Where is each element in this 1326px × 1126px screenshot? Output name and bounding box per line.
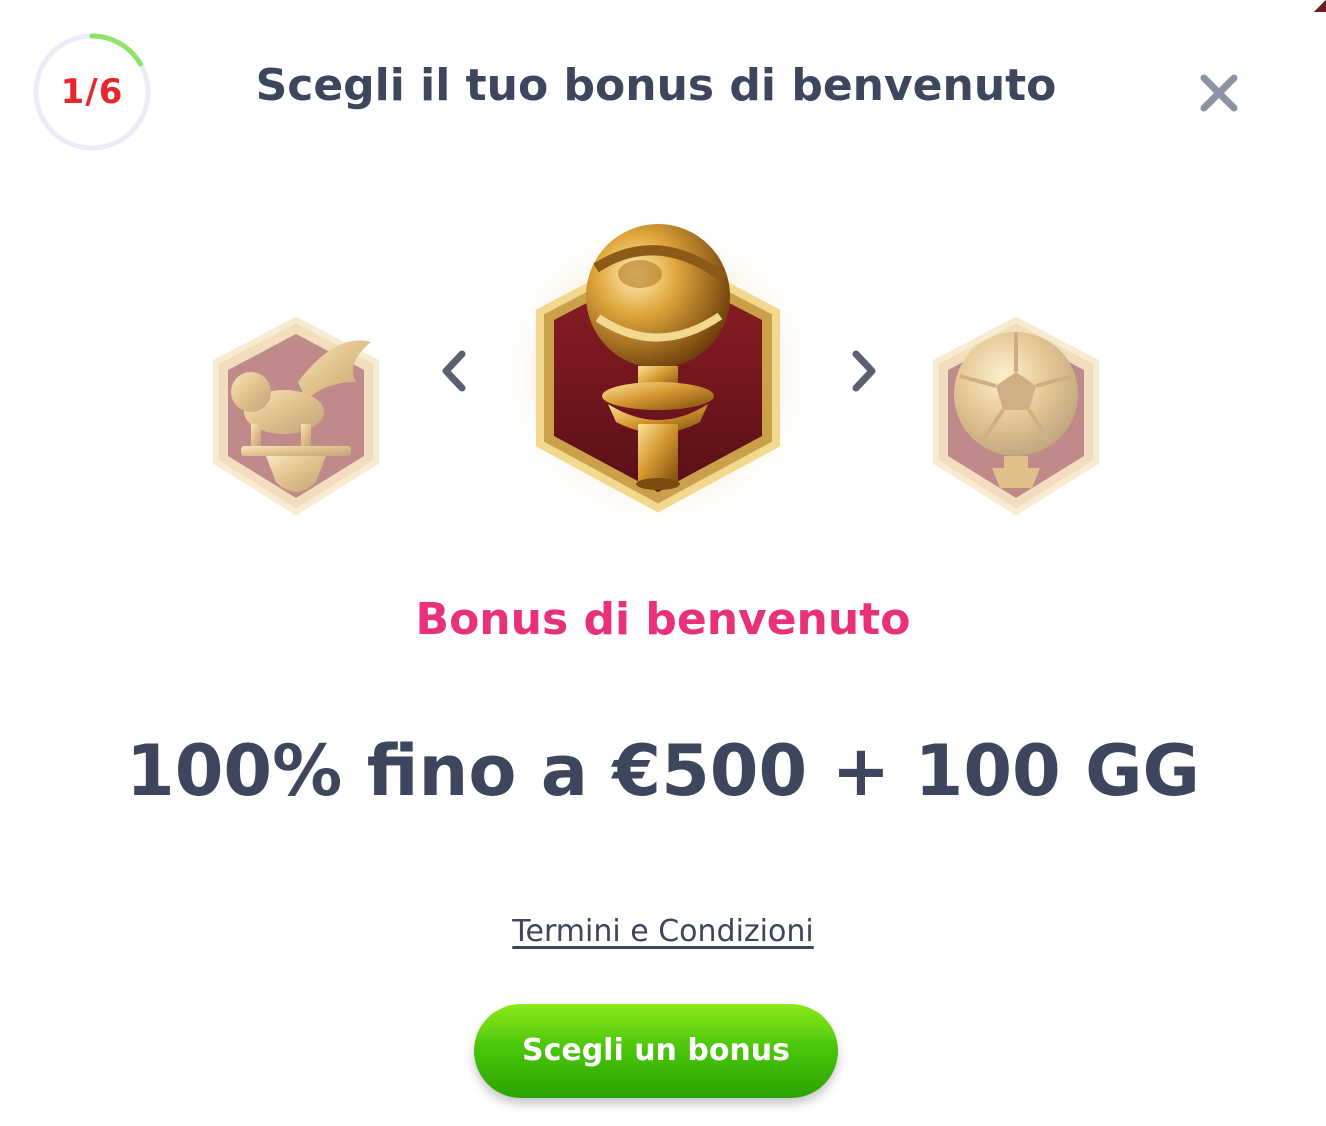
carousel-prev-button[interactable] bbox=[434, 346, 474, 396]
terms-link[interactable]: Termini e Condizioni bbox=[512, 914, 813, 949]
step-progress-indicator: 1/6 bbox=[30, 30, 154, 154]
bonus-option-previous[interactable] bbox=[206, 312, 386, 522]
choose-bonus-button[interactable]: Scegli un bonus bbox=[474, 1004, 838, 1098]
chevron-right-icon bbox=[852, 350, 876, 392]
bonus-carousel bbox=[0, 200, 1326, 540]
terms-container: Termini e Condizioni bbox=[0, 914, 1326, 949]
modal-title: Scegli il tuo bonus di benvenuto bbox=[255, 60, 1057, 111]
close-icon bbox=[1200, 74, 1238, 112]
close-button[interactable] bbox=[1196, 70, 1242, 116]
golden-ball-trophy-icon bbox=[933, 316, 1099, 516]
bonus-option-selected[interactable] bbox=[488, 208, 828, 538]
carousel-next-button[interactable] bbox=[844, 346, 884, 396]
corner-accent bbox=[1314, 0, 1326, 12]
winged-lion-trophy-icon bbox=[213, 316, 379, 516]
chevron-left-icon bbox=[442, 350, 466, 392]
globe-trophy-icon bbox=[488, 208, 828, 538]
bonus-name: Bonus di benvenuto bbox=[415, 594, 911, 645]
step-counter: 1/6 bbox=[60, 72, 124, 112]
bonus-selection-modal: 1/6 Scegli il tuo bonus di benvenuto Bon… bbox=[0, 0, 1326, 1126]
bonus-offer: 100% fino a €500 + 100 GG bbox=[125, 730, 1201, 812]
bonus-option-next[interactable] bbox=[926, 312, 1106, 522]
